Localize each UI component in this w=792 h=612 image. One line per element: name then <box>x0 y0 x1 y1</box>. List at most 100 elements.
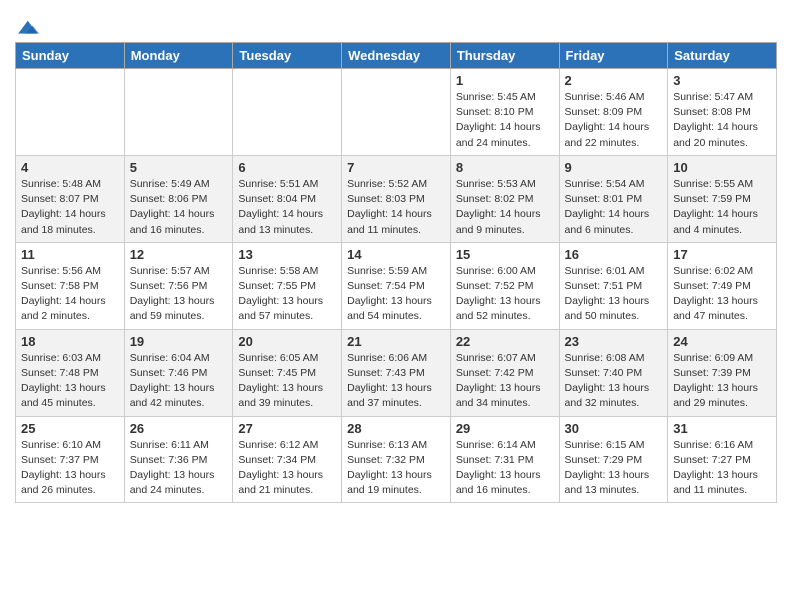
day-number: 27 <box>238 421 336 436</box>
week-row-5: 25 Sunrise: 6:10 AM Sunset: 7:37 PM Dayli… <box>16 416 777 503</box>
day-info: Sunrise: 5:49 AM Sunset: 8:06 PM Dayligh… <box>130 177 228 238</box>
calendar-table: SundayMondayTuesdayWednesdayThursdayFrid… <box>15 42 777 503</box>
calendar-cell: 4 Sunrise: 5:48 AM Sunset: 8:07 PM Daylig… <box>16 155 125 242</box>
day-header-monday: Monday <box>124 43 233 69</box>
calendar-cell <box>16 69 125 156</box>
day-info: Sunrise: 5:59 AM Sunset: 7:54 PM Dayligh… <box>347 264 445 325</box>
day-number: 29 <box>456 421 554 436</box>
calendar-cell: 26 Sunrise: 6:11 AM Sunset: 7:36 PM Dayli… <box>124 416 233 503</box>
day-info: Sunrise: 6:04 AM Sunset: 7:46 PM Dayligh… <box>130 351 228 412</box>
day-info: Sunrise: 5:57 AM Sunset: 7:56 PM Dayligh… <box>130 264 228 325</box>
day-info: Sunrise: 6:06 AM Sunset: 7:43 PM Dayligh… <box>347 351 445 412</box>
day-info: Sunrise: 6:16 AM Sunset: 7:27 PM Dayligh… <box>673 438 771 499</box>
calendar-cell: 22 Sunrise: 6:07 AM Sunset: 7:42 PM Dayli… <box>450 329 559 416</box>
calendar-cell: 6 Sunrise: 5:51 AM Sunset: 8:04 PM Daylig… <box>233 155 342 242</box>
calendar-cell: 13 Sunrise: 5:58 AM Sunset: 7:55 PM Dayli… <box>233 242 342 329</box>
day-info: Sunrise: 5:51 AM Sunset: 8:04 PM Dayligh… <box>238 177 336 238</box>
day-number: 21 <box>347 334 445 349</box>
day-number: 22 <box>456 334 554 349</box>
day-number: 4 <box>21 160 119 175</box>
calendar-cell <box>342 69 451 156</box>
calendar-cell <box>233 69 342 156</box>
calendar-cell: 12 Sunrise: 5:57 AM Sunset: 7:56 PM Dayli… <box>124 242 233 329</box>
day-header-sunday: Sunday <box>16 43 125 69</box>
day-info: Sunrise: 6:13 AM Sunset: 7:32 PM Dayligh… <box>347 438 445 499</box>
day-number: 1 <box>456 73 554 88</box>
day-header-thursday: Thursday <box>450 43 559 69</box>
header <box>15 10 777 34</box>
day-number: 25 <box>21 421 119 436</box>
calendar-cell: 25 Sunrise: 6:10 AM Sunset: 7:37 PM Dayli… <box>16 416 125 503</box>
day-info: Sunrise: 6:07 AM Sunset: 7:42 PM Dayligh… <box>456 351 554 412</box>
calendar-cell: 8 Sunrise: 5:53 AM Sunset: 8:02 PM Daylig… <box>450 155 559 242</box>
day-number: 12 <box>130 247 228 262</box>
day-info: Sunrise: 6:10 AM Sunset: 7:37 PM Dayligh… <box>21 438 119 499</box>
day-number: 13 <box>238 247 336 262</box>
days-header-row: SundayMondayTuesdayWednesdayThursdayFrid… <box>16 43 777 69</box>
day-number: 18 <box>21 334 119 349</box>
calendar-cell: 24 Sunrise: 6:09 AM Sunset: 7:39 PM Dayli… <box>668 329 777 416</box>
week-row-2: 4 Sunrise: 5:48 AM Sunset: 8:07 PM Daylig… <box>16 155 777 242</box>
day-info: Sunrise: 6:05 AM Sunset: 7:45 PM Dayligh… <box>238 351 336 412</box>
day-number: 31 <box>673 421 771 436</box>
day-number: 24 <box>673 334 771 349</box>
calendar-cell: 16Sunrise: 6:01 AM Sunset: 7:51 PM Dayli… <box>559 242 668 329</box>
day-info: Sunrise: 6:08 AM Sunset: 7:40 PM Dayligh… <box>565 351 663 412</box>
day-info: Sunrise: 5:54 AM Sunset: 8:01 PM Dayligh… <box>565 177 663 238</box>
day-info: Sunrise: 5:46 AM Sunset: 8:09 PM Dayligh… <box>565 90 663 151</box>
day-info: Sunrise: 5:53 AM Sunset: 8:02 PM Dayligh… <box>456 177 554 238</box>
day-info: Sunrise: 6:14 AM Sunset: 7:31 PM Dayligh… <box>456 438 554 499</box>
day-info: Sunrise: 5:52 AM Sunset: 8:03 PM Dayligh… <box>347 177 445 238</box>
day-number: 26 <box>130 421 228 436</box>
day-info: Sunrise: 5:55 AM Sunset: 7:59 PM Dayligh… <box>673 177 771 238</box>
day-info: Sunrise: 5:56 AM Sunset: 7:58 PM Dayligh… <box>21 264 119 325</box>
calendar-cell: 18Sunrise: 6:03 AM Sunset: 7:48 PM Dayli… <box>16 329 125 416</box>
week-row-1: 1 Sunrise: 5:45 AM Sunset: 8:10 PM Daylig… <box>16 69 777 156</box>
day-info: Sunrise: 5:48 AM Sunset: 8:07 PM Dayligh… <box>21 177 119 238</box>
day-info: Sunrise: 6:12 AM Sunset: 7:34 PM Dayligh… <box>238 438 336 499</box>
day-number: 28 <box>347 421 445 436</box>
day-number: 30 <box>565 421 663 436</box>
day-header-wednesday: Wednesday <box>342 43 451 69</box>
day-info: Sunrise: 6:15 AM Sunset: 7:29 PM Dayligh… <box>565 438 663 499</box>
calendar-cell: 20Sunrise: 6:05 AM Sunset: 7:45 PM Dayli… <box>233 329 342 416</box>
week-row-4: 18Sunrise: 6:03 AM Sunset: 7:48 PM Dayli… <box>16 329 777 416</box>
day-header-saturday: Saturday <box>668 43 777 69</box>
day-info: Sunrise: 6:02 AM Sunset: 7:49 PM Dayligh… <box>673 264 771 325</box>
calendar-cell: 31 Sunrise: 6:16 AM Sunset: 7:27 PM Dayli… <box>668 416 777 503</box>
day-number: 17 <box>673 247 771 262</box>
day-header-friday: Friday <box>559 43 668 69</box>
calendar-cell: 10 Sunrise: 5:55 AM Sunset: 7:59 PM Dayli… <box>668 155 777 242</box>
day-info: Sunrise: 6:09 AM Sunset: 7:39 PM Dayligh… <box>673 351 771 412</box>
calendar-cell: 15Sunrise: 6:00 AM Sunset: 7:52 PM Dayli… <box>450 242 559 329</box>
calendar-cell: 7Sunrise: 5:52 AM Sunset: 8:03 PM Daylig… <box>342 155 451 242</box>
calendar-cell: 30 Sunrise: 6:15 AM Sunset: 7:29 PM Dayli… <box>559 416 668 503</box>
calendar-cell: 23 Sunrise: 6:08 AM Sunset: 7:40 PM Dayli… <box>559 329 668 416</box>
day-number: 2 <box>565 73 663 88</box>
calendar-cell: 17 Sunrise: 6:02 AM Sunset: 7:49 PM Dayli… <box>668 242 777 329</box>
calendar-cell: 29 Sunrise: 6:14 AM Sunset: 7:31 PM Dayli… <box>450 416 559 503</box>
day-number: 19 <box>130 334 228 349</box>
calendar-cell: 1 Sunrise: 5:45 AM Sunset: 8:10 PM Daylig… <box>450 69 559 156</box>
calendar-cell: 19 Sunrise: 6:04 AM Sunset: 7:46 PM Dayli… <box>124 329 233 416</box>
calendar-cell: 9 Sunrise: 5:54 AM Sunset: 8:01 PM Daylig… <box>559 155 668 242</box>
logo-icon <box>15 18 39 38</box>
day-info: Sunrise: 6:00 AM Sunset: 7:52 PM Dayligh… <box>456 264 554 325</box>
week-row-3: 11 Sunrise: 5:56 AM Sunset: 7:58 PM Dayli… <box>16 242 777 329</box>
day-number: 8 <box>456 160 554 175</box>
calendar-cell: 28 Sunrise: 6:13 AM Sunset: 7:32 PM Dayli… <box>342 416 451 503</box>
day-number: 3 <box>673 73 771 88</box>
day-info: Sunrise: 5:45 AM Sunset: 8:10 PM Dayligh… <box>456 90 554 151</box>
day-info: Sunrise: 6:11 AM Sunset: 7:36 PM Dayligh… <box>130 438 228 499</box>
calendar-cell: 2 Sunrise: 5:46 AM Sunset: 8:09 PM Daylig… <box>559 69 668 156</box>
day-number: 10 <box>673 160 771 175</box>
calendar-cell: 5Sunrise: 5:49 AM Sunset: 8:06 PM Daylig… <box>124 155 233 242</box>
day-number: 23 <box>565 334 663 349</box>
day-info: Sunrise: 5:58 AM Sunset: 7:55 PM Dayligh… <box>238 264 336 325</box>
day-number: 9 <box>565 160 663 175</box>
day-number: 6 <box>238 160 336 175</box>
day-info: Sunrise: 6:01 AM Sunset: 7:51 PM Dayligh… <box>565 264 663 325</box>
day-number: 11 <box>21 247 119 262</box>
logo <box>15 18 39 34</box>
calendar-cell: 14Sunrise: 5:59 AM Sunset: 7:54 PM Dayli… <box>342 242 451 329</box>
